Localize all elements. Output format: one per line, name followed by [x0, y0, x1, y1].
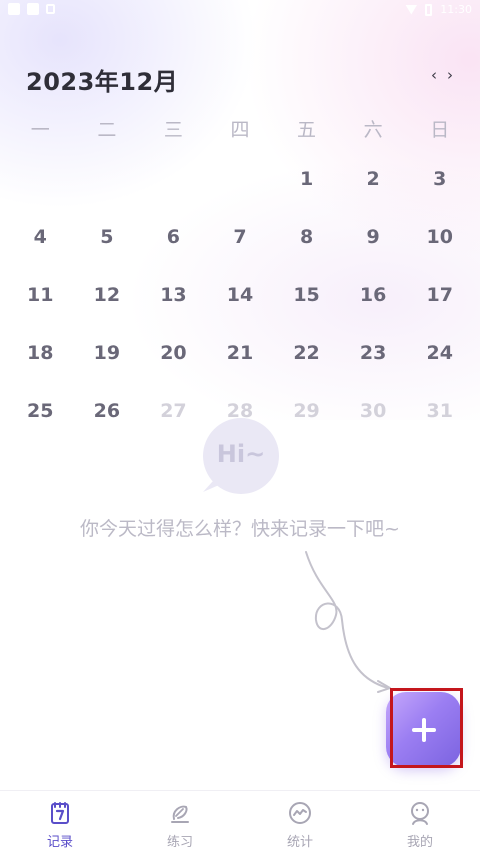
weekday-label: 六 [363, 119, 383, 141]
day-cell[interactable]: 31 [406, 382, 473, 440]
status-time: 11:30 [440, 3, 472, 16]
weekday-label: 日 [430, 119, 450, 141]
day-cell[interactable]: 20 [140, 324, 207, 382]
month-navigation: ‹ › [428, 66, 456, 84]
day-cell[interactable]: 18 [7, 324, 74, 382]
bubble-text: Hi~ [216, 440, 266, 468]
weekday-label: 二 [97, 119, 117, 141]
profile-icon [411, 802, 429, 825]
day-cell[interactable]: 2 [340, 150, 407, 208]
day-cell[interactable]: 13 [140, 266, 207, 324]
weekday-header: 一 二 三 四 五 六 日 [7, 115, 473, 141]
day-cell[interactable]: 21 [207, 324, 274, 382]
tab-label: 我的 [406, 835, 433, 850]
previous-month-button[interactable]: ‹ [428, 66, 440, 84]
empty-day-cell [207, 150, 274, 208]
tab-practice[interactable]: 练习 [120, 791, 240, 853]
weekday-label: 一 [30, 119, 50, 141]
notification-icon [27, 3, 39, 15]
day-cell[interactable]: 16 [340, 266, 407, 324]
day-cell[interactable]: 1 [273, 150, 340, 208]
status-bar: 11:30 [0, 0, 480, 22]
month-title: 2023年12月 [26, 68, 179, 96]
notification-icon [8, 3, 20, 15]
day-cell[interactable]: 17 [406, 266, 473, 324]
day-cell[interactable]: 14 [207, 266, 274, 324]
day-cell[interactable]: 26 [74, 382, 141, 440]
calendar-days-grid: 1 2 3 4 5 6 7 8 9 10 11 12 13 14 15 16 17 18 19 20 21 22 23 24 2… [7, 150, 473, 440]
pen-icon [171, 805, 189, 823]
day-cell[interactable]: 5 [74, 208, 141, 266]
day-cell[interactable]: 15 [273, 266, 340, 324]
notebook-icon [51, 802, 69, 824]
chart-icon [289, 802, 311, 824]
notification-icon [46, 4, 55, 14]
highlight-box [390, 688, 463, 768]
day-cell[interactable]: 19 [74, 324, 141, 382]
battery-icon [425, 3, 433, 16]
day-cell[interactable]: 8 [273, 208, 340, 266]
wifi-icon [405, 4, 418, 15]
tab-record[interactable]: 记录 [0, 791, 120, 853]
day-cell[interactable]: 9 [340, 208, 407, 266]
tab-label: 练习 [166, 835, 193, 850]
bottom-tab-bar: 记录 练习 统计 我的 [0, 790, 480, 853]
day-cell[interactable]: 4 [7, 208, 74, 266]
day-cell[interactable]: 25 [7, 382, 74, 440]
weekday-label: 三 [163, 119, 183, 141]
tab-label: 统计 [286, 835, 313, 850]
day-cell[interactable]: 6 [140, 208, 207, 266]
tab-statistics[interactable]: 统计 [240, 791, 360, 853]
empty-day-cell [7, 150, 74, 208]
day-cell[interactable]: 23 [340, 324, 407, 382]
day-cell[interactable]: 7 [207, 208, 274, 266]
tab-label: 记录 [46, 835, 73, 850]
next-month-button[interactable]: › [444, 66, 456, 84]
day-cell[interactable]: 29 [273, 382, 340, 440]
weekday-label: 四 [230, 119, 250, 141]
day-cell[interactable]: 22 [273, 324, 340, 382]
hi-speech-bubble: Hi~ [200, 418, 280, 498]
day-cell[interactable]: 12 [74, 266, 141, 324]
day-cell[interactable]: 10 [406, 208, 473, 266]
empty-state-prompt: 你今天过得怎么样？快来记录一下吧~ [80, 518, 400, 540]
empty-day-cell [74, 150, 141, 208]
day-cell[interactable]: 27 [140, 382, 207, 440]
tab-profile[interactable]: 我的 [360, 791, 480, 853]
day-cell[interactable]: 3 [406, 150, 473, 208]
day-cell[interactable]: 30 [340, 382, 407, 440]
weekday-label: 五 [297, 119, 317, 141]
day-cell[interactable]: 11 [7, 266, 74, 324]
day-cell[interactable]: 24 [406, 324, 473, 382]
empty-day-cell [140, 150, 207, 208]
